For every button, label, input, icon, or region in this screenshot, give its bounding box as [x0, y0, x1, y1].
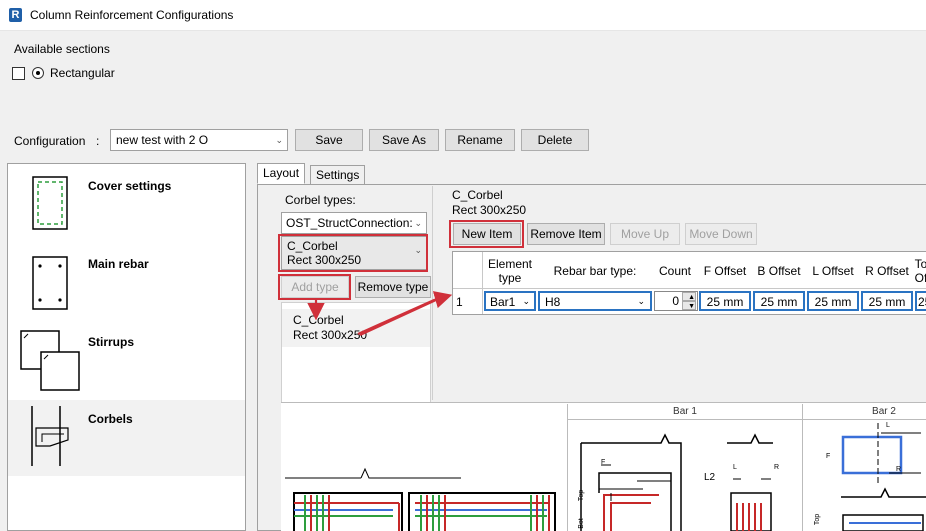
dim-top-bar2-label: Top	[814, 513, 822, 526]
dim-top-label: Top	[578, 489, 586, 502]
dim-l2-label: L2	[704, 472, 716, 483]
dim-l-bar2-label: L	[886, 422, 890, 429]
arrow-shaft-icon	[359, 299, 437, 336]
dim-r-label: R	[774, 464, 780, 471]
dim-r-bar2-label: R	[896, 466, 902, 473]
dim-f-label: F	[601, 459, 606, 466]
dim-bot-label: Bot	[577, 518, 585, 529]
dim-f2-label: F	[826, 453, 831, 460]
dim-l-label: L	[733, 464, 737, 471]
rebar-preview-drawing	[285, 423, 926, 531]
